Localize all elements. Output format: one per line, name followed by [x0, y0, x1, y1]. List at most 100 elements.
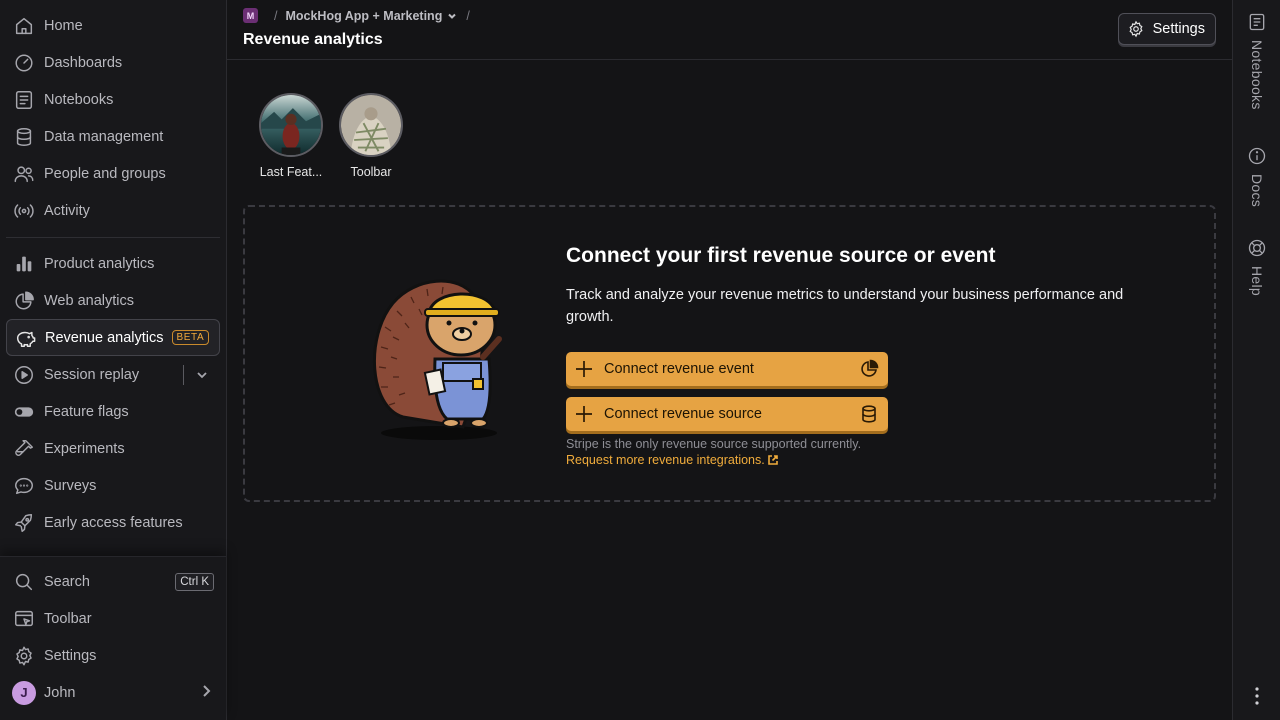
- sidebar-item-label: Session replay: [44, 366, 140, 383]
- toolbar-icon: [12, 607, 36, 631]
- settings-button[interactable]: Settings: [1117, 13, 1216, 45]
- revenue-empty-state: Connect your first revenue source or eve…: [243, 205, 1216, 502]
- empty-state-title: Connect your first revenue source or eve…: [566, 244, 996, 267]
- sidebar-item-label: Early access features: [44, 514, 183, 531]
- notebook-icon: [12, 88, 36, 112]
- beta-badge: BETA: [171, 330, 210, 345]
- lifebuoy-icon: [1248, 239, 1266, 257]
- rail-label: Help: [1249, 266, 1265, 296]
- request-integrations-link[interactable]: Request more revenue integrations.: [566, 453, 779, 467]
- sidebar-divider: [6, 237, 220, 238]
- search-button[interactable]: Search Ctrl K: [6, 563, 220, 600]
- chevron-down-icon: [197, 371, 207, 378]
- sidebar-item-label: Activity: [44, 202, 90, 219]
- shortcut-label: Last Feat...: [259, 165, 323, 179]
- settings-nav-button[interactable]: Settings: [6, 637, 220, 674]
- sidebar: Home Dashboards Notebooks Data managemen…: [0, 0, 227, 720]
- gauge-icon: [12, 51, 36, 75]
- shortcut-toolbar[interactable]: Toolbar: [333, 93, 409, 179]
- breadcrumb-separator: /: [466, 8, 470, 23]
- sidebar-item-web-analytics[interactable]: Web analytics: [6, 282, 220, 319]
- rail-label: Notebooks: [1249, 40, 1265, 110]
- broadcast-icon: [12, 199, 36, 223]
- page-title: Revenue analytics: [243, 31, 383, 48]
- plus-icon: [574, 404, 594, 424]
- connect-revenue-event-button[interactable]: Connect revenue event: [566, 352, 888, 386]
- sidebar-item-surveys[interactable]: Surveys: [6, 467, 220, 504]
- page-header: M / MockHog App + Marketing / Revenue an…: [227, 0, 1232, 60]
- sidebar-item-label: People and groups: [44, 165, 166, 182]
- project-name: MockHog App + Marketing: [285, 8, 443, 23]
- sidebar-item-label: Experiments: [44, 440, 125, 457]
- chevron-right-icon: [198, 683, 214, 703]
- toolbar-button[interactable]: Toolbar: [6, 600, 220, 637]
- sidebar-item-label: Dashboards: [44, 54, 123, 71]
- piggy-bank-icon: [13, 326, 37, 350]
- rail-tab-notebooks[interactable]: Notebooks: [1233, 12, 1280, 110]
- sidebar-item-revenue-analytics[interactable]: Revenue analytics BETA: [6, 319, 220, 356]
- user-menu[interactable]: J John: [6, 674, 220, 711]
- connect-revenue-source-label: Connect revenue source: [604, 406, 762, 422]
- play-icon: [12, 363, 36, 387]
- search-label: Search: [44, 573, 90, 590]
- project-avatar: M: [243, 8, 258, 23]
- bar-chart-icon: [12, 252, 36, 276]
- connect-revenue-event-label: Connect revenue event: [604, 361, 754, 377]
- request-integrations-label: Request more revenue integrations.: [566, 453, 765, 467]
- story-thumbnail: [259, 93, 323, 157]
- plus-icon: [574, 359, 594, 379]
- side-panel-rail: Notebooks Docs Help: [1232, 0, 1280, 720]
- avatar-wrap: J: [12, 680, 36, 705]
- info-icon: [1248, 147, 1266, 165]
- gear-icon: [12, 644, 36, 668]
- pie-chart-icon: [12, 289, 36, 313]
- session-replay-expand[interactable]: [183, 356, 210, 393]
- rail-tab-docs[interactable]: Docs: [1233, 146, 1280, 207]
- sidebar-item-home[interactable]: Home: [6, 7, 220, 44]
- pie-chart-icon: [859, 359, 879, 379]
- toolbar-label: Toolbar: [44, 610, 92, 627]
- flask-icon: [12, 437, 36, 461]
- notebook-icon: [1249, 13, 1265, 31]
- sidebar-item-dashboards[interactable]: Dashboards: [6, 44, 220, 81]
- story-thumbnail: [339, 93, 403, 157]
- sidebar-item-session-replay[interactable]: Session replay: [6, 356, 220, 393]
- sidebar-item-feature-flags[interactable]: Feature flags: [6, 393, 220, 430]
- revenue-source-note: Stripe is the only revenue source suppor…: [566, 437, 862, 451]
- sidebar-item-label: Data management: [44, 128, 164, 145]
- sidebar-item-label: Surveys: [44, 477, 97, 494]
- sidebar-item-product-analytics[interactable]: Product analytics: [6, 245, 220, 282]
- database-icon: [12, 125, 36, 149]
- shortcut-last-feature[interactable]: Last Feat...: [253, 93, 329, 179]
- rocket-icon: [12, 511, 36, 535]
- sidebar-footer: Search Ctrl K Toolbar Settings J John: [0, 556, 226, 720]
- toggle-icon: [12, 400, 36, 424]
- project-switcher[interactable]: MockHog App + Marketing: [285, 9, 458, 23]
- sidebar-item-people[interactable]: People and groups: [6, 155, 220, 192]
- shortcut-label: Toolbar: [350, 165, 392, 179]
- external-link-icon: [767, 455, 778, 465]
- sidebar-item-label: Feature flags: [44, 403, 129, 420]
- sidebar-item-notebooks[interactable]: Notebooks: [6, 81, 220, 118]
- chevron-down-icon: [448, 13, 457, 19]
- sidebar-item-label: Web analytics: [44, 292, 134, 309]
- sidebar-item-experiments[interactable]: Experiments: [6, 430, 220, 467]
- message-icon: [12, 474, 36, 498]
- user-name: John: [44, 684, 76, 701]
- search-icon: [12, 570, 36, 594]
- sidebar-item-label: Notebooks: [44, 91, 114, 108]
- database-icon: [859, 404, 879, 424]
- rail-tab-help[interactable]: Help: [1233, 238, 1280, 296]
- rail-label: Docs: [1249, 174, 1265, 208]
- sidebar-item-label: Product analytics: [44, 255, 155, 272]
- empty-state-description: Track and analyze your revenue metrics t…: [566, 287, 1124, 325]
- sidebar-item-label: Home: [44, 17, 83, 34]
- breadcrumb-separator: /: [274, 8, 278, 23]
- sidebar-item-activity[interactable]: Activity: [6, 192, 220, 229]
- gear-icon: [1129, 20, 1143, 38]
- sidebar-item-early-access[interactable]: Early access features: [6, 504, 220, 541]
- connect-revenue-source-button[interactable]: Connect revenue source: [566, 397, 888, 431]
- settings-button-label: Settings: [1152, 21, 1205, 37]
- sidebar-item-data-management[interactable]: Data management: [6, 118, 220, 155]
- more-options-icon[interactable]: [1247, 684, 1267, 708]
